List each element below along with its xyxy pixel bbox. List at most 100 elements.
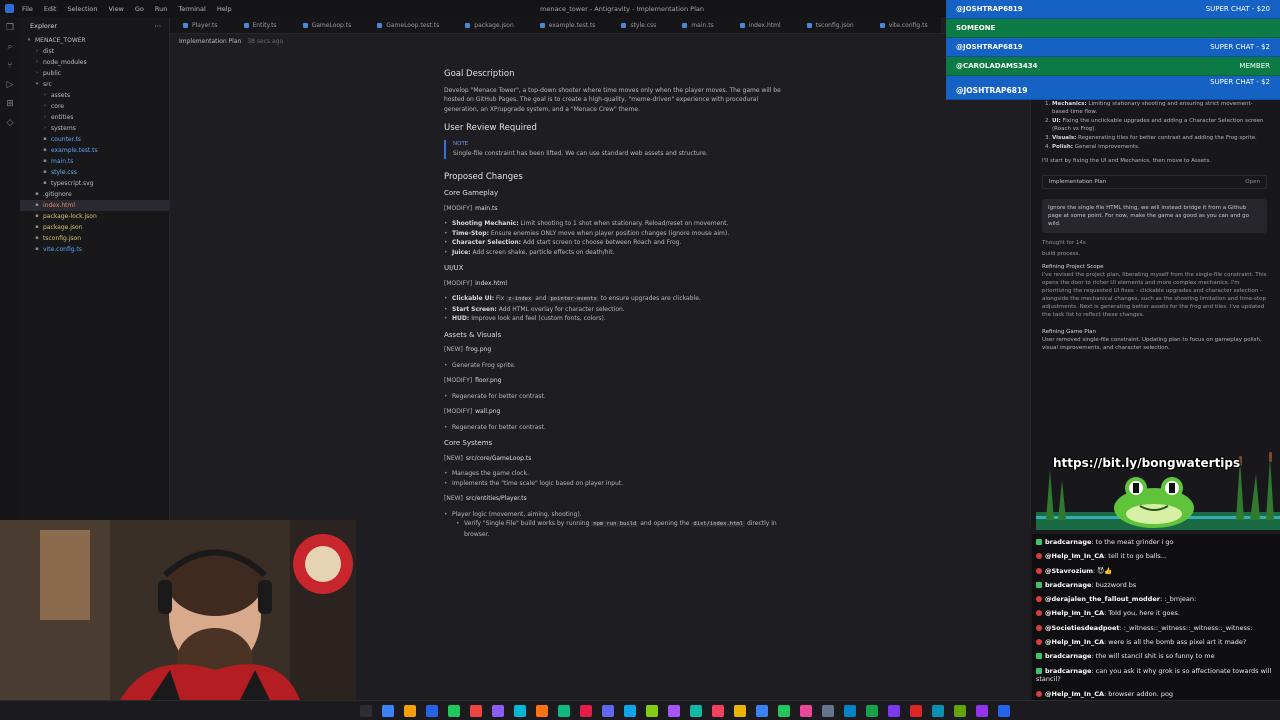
search-icon[interactable]: ⌕ xyxy=(5,42,15,52)
extensions-icon[interactable]: ⊞ xyxy=(5,99,15,109)
chat-message: @Help_Im_In_CA: Told you, here it goes. xyxy=(1036,609,1276,618)
tree-item-label: main.ts xyxy=(51,158,74,165)
taskbar-app-icon[interactable] xyxy=(756,705,768,717)
menu-terminal[interactable]: Terminal xyxy=(178,5,205,13)
files-icon[interactable]: ❐ xyxy=(5,23,15,33)
file-link-wall[interactable]: wall.png xyxy=(475,408,500,415)
source-control-icon[interactable]: ⑂ xyxy=(5,61,15,71)
taskbar-app-icon[interactable] xyxy=(668,705,680,717)
taskbar-app-icon[interactable] xyxy=(448,705,460,717)
tree-item-label: vite.config.ts xyxy=(43,246,82,253)
tree-item-example-test-ts[interactable]: ▪ example.test.ts xyxy=(20,145,169,156)
file-link-player[interactable]: src/entities/Player.ts xyxy=(466,495,527,502)
tab-player-ts[interactable]: Player.ts xyxy=(170,17,231,33)
tab-vite-config-ts[interactable]: vite.config.ts xyxy=(867,17,941,33)
taskbar-app-icon[interactable] xyxy=(646,705,658,717)
taskbar-app-icon[interactable] xyxy=(470,705,482,717)
tab-package-json[interactable]: package.json xyxy=(452,17,527,33)
tree-item--gitignore[interactable]: ▪ .gitignore xyxy=(20,189,169,200)
taskbar-app-icon[interactable] xyxy=(690,705,702,717)
taskbar-app-icon[interactable] xyxy=(536,705,548,717)
taskbar-app-icon[interactable] xyxy=(426,705,438,717)
taskbar-app-icon[interactable] xyxy=(734,705,746,717)
breadcrumb-label[interactable]: Implementation Plan xyxy=(179,38,241,45)
run-debug-icon[interactable]: ▷ xyxy=(5,80,15,90)
taskbar-app-icon[interactable] xyxy=(360,705,372,717)
list-item: Regenerate for better contrast. xyxy=(444,392,784,402)
menu-file[interactable]: File xyxy=(22,5,33,13)
tree-item-style-css[interactable]: ▪ style.css xyxy=(20,167,169,178)
taskbar-app-icon[interactable] xyxy=(910,705,922,717)
taskbar-app-icon[interactable] xyxy=(602,705,614,717)
tree-item-tsconfig-json[interactable]: ▪ tsconfig.json xyxy=(20,233,169,244)
taskbar-app-icon[interactable] xyxy=(888,705,900,717)
file-link-gameloop[interactable]: src/core/GameLoop.ts xyxy=(466,455,531,462)
tree-item-typescript-svg[interactable]: ▪ typescript.svg xyxy=(20,178,169,189)
tree-item-core[interactable]: › core xyxy=(20,101,169,112)
banner-url[interactable]: https://bit.ly/bongwatertips xyxy=(1053,456,1240,470)
tab-entity-ts[interactable]: Entity.ts xyxy=(231,17,290,33)
file-type-icon xyxy=(377,23,383,28)
tree-item-entities[interactable]: › entities xyxy=(20,112,169,123)
tree-item-dist[interactable]: › dist xyxy=(20,46,169,57)
list-item: Juice: Add screen shake, particle effect… xyxy=(444,248,784,258)
more-actions-icon[interactable]: ⋯ xyxy=(155,17,162,35)
file-link-main[interactable]: main.ts xyxy=(475,205,497,212)
taskbar-app-icon[interactable] xyxy=(558,705,570,717)
tab-example-test-ts[interactable]: example.test.ts xyxy=(527,17,609,33)
file-link-floor[interactable]: floor.png xyxy=(475,377,501,384)
tab-gameloop-test-ts[interactable]: GameLoop.test.ts xyxy=(364,17,452,33)
tree-root[interactable]: ▾ MENACE_TOWER xyxy=(20,35,169,46)
tree-item-index-html[interactable]: ▪ index.html xyxy=(20,200,169,211)
taskbar-app-icon[interactable] xyxy=(866,705,878,717)
tree-item-src[interactable]: ▾ src xyxy=(20,79,169,90)
agent-icon[interactable]: ◇ xyxy=(5,118,15,128)
review-heading: User Review Required xyxy=(444,123,537,133)
menu-run[interactable]: Run xyxy=(155,5,167,13)
chat-username: @Help_Im_In_CA xyxy=(1045,638,1105,647)
taskbar-app-icon[interactable] xyxy=(624,705,636,717)
tree-item-public[interactable]: › public xyxy=(20,68,169,79)
menu-selection[interactable]: Selection xyxy=(67,5,97,13)
taskbar-app-icon[interactable] xyxy=(954,705,966,717)
menu-view[interactable]: View xyxy=(108,5,123,13)
open-button[interactable]: Open xyxy=(1245,178,1260,186)
note-text: Single-file constraint has been lifted. … xyxy=(453,150,708,157)
tab-index-html[interactable]: index.html xyxy=(727,17,794,33)
thought-toggle[interactable]: Thought for 14s xyxy=(1042,239,1267,247)
taskbar-app-icon[interactable] xyxy=(382,705,394,717)
menu-help[interactable]: Help xyxy=(217,5,232,13)
file-link-index[interactable]: index.html xyxy=(475,280,507,287)
tree-item-counter-ts[interactable]: ▪ counter.ts xyxy=(20,134,169,145)
tree-item-package-lock-json[interactable]: ▪ package-lock.json xyxy=(20,211,169,222)
tree-item-assets[interactable]: › assets xyxy=(20,90,169,101)
tree-item-package-json[interactable]: ▪ package.json xyxy=(20,222,169,233)
taskbar-app-icon[interactable] xyxy=(712,705,724,717)
file-icon: ▪ xyxy=(35,224,39,230)
tab-style-css[interactable]: style.css xyxy=(608,17,669,33)
taskbar-app-icon[interactable] xyxy=(492,705,504,717)
menu-edit[interactable]: Edit xyxy=(44,5,57,13)
taskbar-app-icon[interactable] xyxy=(844,705,856,717)
taskbar-app-icon[interactable] xyxy=(932,705,944,717)
taskbar-app-icon[interactable] xyxy=(800,705,812,717)
taskbar-app-icon[interactable] xyxy=(514,705,526,717)
taskbar-app-icon[interactable] xyxy=(998,705,1010,717)
taskbar-app-icon[interactable] xyxy=(778,705,790,717)
taskbar-app-icon[interactable] xyxy=(822,705,834,717)
menu-go[interactable]: Go xyxy=(135,5,144,13)
tab-main-ts[interactable]: main.ts xyxy=(669,17,726,33)
implementation-plan-card[interactable]: Implementation Plan Open xyxy=(1042,175,1267,189)
file-link-frog[interactable]: frog.png xyxy=(466,346,491,353)
taskbar-app-icon[interactable] xyxy=(404,705,416,717)
tree-item-node-modules[interactable]: › node_modules xyxy=(20,57,169,68)
tree-item-main-ts[interactable]: ▪ main.ts xyxy=(20,156,169,167)
file-icon: ▪ xyxy=(35,191,39,197)
tab-gameloop-ts[interactable]: GameLoop.ts xyxy=(290,17,365,33)
tree-item-systems[interactable]: › systems xyxy=(20,123,169,134)
tab-tsconfig-json[interactable]: tsconfig.json xyxy=(794,17,867,33)
file-type-icon xyxy=(621,23,627,28)
taskbar-app-icon[interactable] xyxy=(580,705,592,717)
tree-item-vite-config-ts[interactable]: ▪ vite.config.ts xyxy=(20,244,169,255)
taskbar-app-icon[interactable] xyxy=(976,705,988,717)
